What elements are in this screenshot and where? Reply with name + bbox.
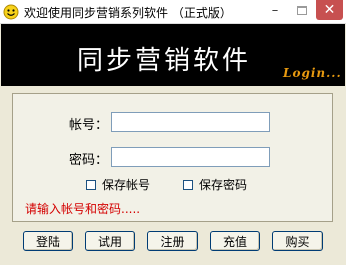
window-title: 欢迎使用同步营销系列软件 （正式版） — [24, 6, 232, 20]
account-input[interactable] — [111, 112, 270, 132]
save-account-label: 保存帐号 — [102, 178, 151, 192]
login-button[interactable]: 登陆 — [23, 231, 73, 251]
hint-text: 请输入帐号和密码..... — [25, 202, 141, 216]
password-label: 密码： — [69, 153, 109, 168]
maximize-icon — [297, 5, 307, 15]
title-bar: 欢迎使用同步营销系列软件 （正式版） – ✕ — [0, 0, 346, 24]
save-password-checkbox-box[interactable] — [183, 179, 193, 190]
save-password-checkbox[interactable]: 保存密码 — [183, 176, 247, 193]
app-smiley-icon — [3, 4, 19, 20]
banner: 同步营销软件 Login... — [1, 24, 345, 86]
save-account-checkbox[interactable]: 保存帐号 — [86, 176, 150, 193]
save-account-checkbox-box[interactable] — [86, 179, 96, 190]
buy-button[interactable]: 购买 — [272, 231, 323, 251]
maximize-button[interactable] — [289, 0, 315, 20]
account-label: 帐号： — [69, 118, 109, 133]
save-password-label: 保存密码 — [199, 178, 248, 192]
close-button[interactable]: ✕ — [316, 0, 343, 20]
banner-title: 同步营销软件 — [77, 46, 252, 76]
banner-login-text: Login... — [283, 66, 342, 80]
trial-button[interactable]: 试用 — [85, 231, 135, 251]
recharge-button[interactable]: 充值 — [210, 231, 260, 251]
minimize-button[interactable]: – — [262, 0, 288, 20]
register-button[interactable]: 注册 — [147, 231, 198, 251]
close-icon: ✕ — [323, 2, 336, 18]
minimize-icon: – — [271, 2, 279, 18]
login-panel: 帐号： 密码： 保存帐号 保存密码 请输入帐号和密码..... — [12, 93, 333, 222]
password-input[interactable] — [111, 147, 270, 167]
